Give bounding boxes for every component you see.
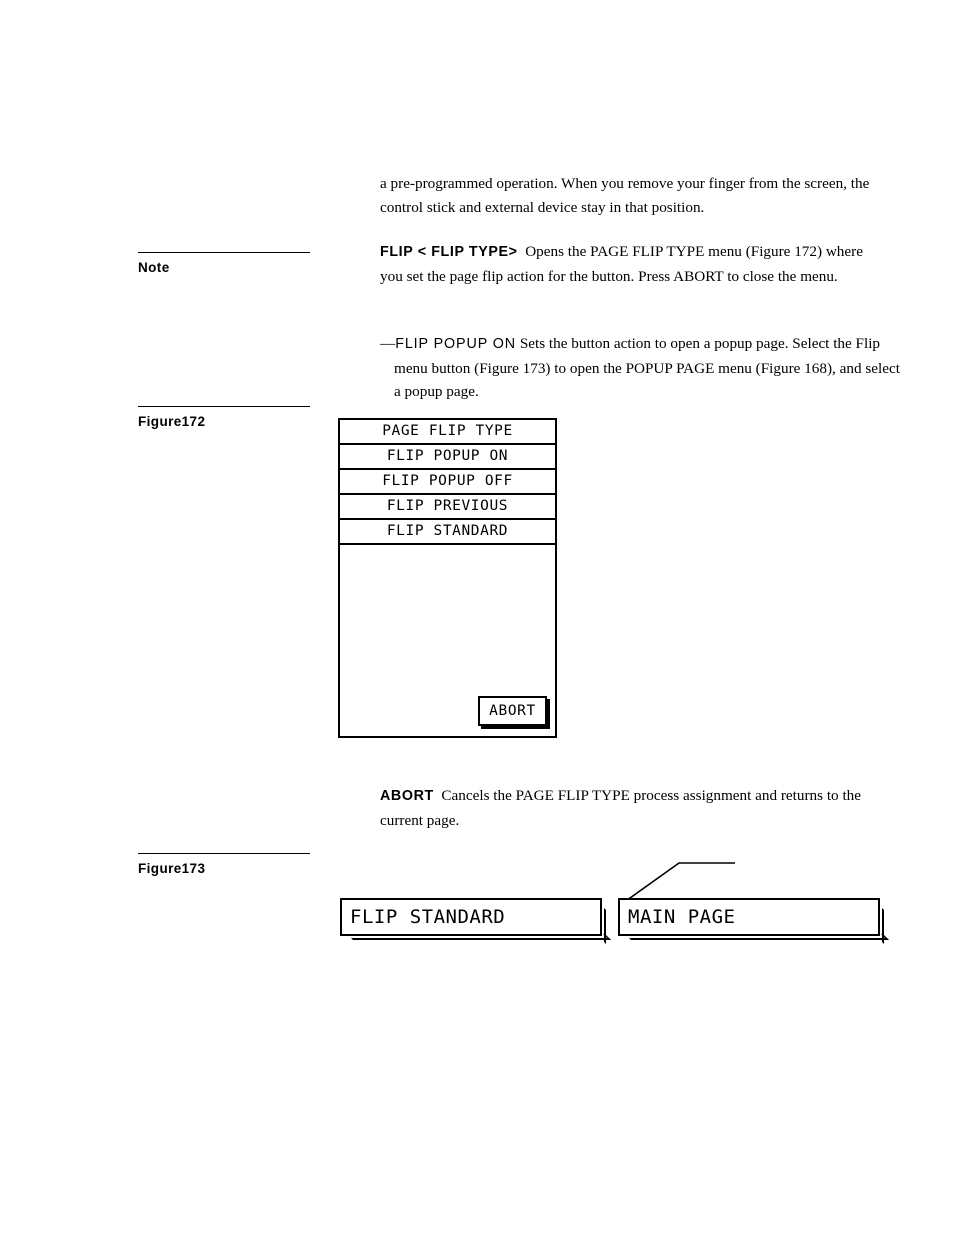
note-label: Note — [138, 260, 170, 275]
note-margin-block: Note — [138, 252, 310, 275]
menu-item-flip-previous[interactable]: FLIP PREVIOUS — [340, 495, 555, 520]
flip-popup-on-entry: —FLIP POPUP ON Sets the button action to… — [380, 332, 906, 404]
flip-standard-button[interactable]: FLIP STANDARD — [340, 898, 602, 936]
abort-button[interactable]: ABORT — [478, 696, 547, 726]
abort-button-label: ABORT — [489, 702, 536, 719]
panel-empty-area: ABORT — [340, 545, 555, 736]
panel-title: PAGE FLIP TYPE — [382, 423, 513, 440]
page-flip-type-panel: PAGE FLIP TYPE FLIP POPUP ON FLIP POPUP … — [338, 418, 557, 738]
abort-term: ABORT — [380, 788, 434, 804]
figure-173-margin-block: Figure173 — [138, 853, 310, 876]
em-dash: — — [380, 335, 396, 352]
paragraph-continuation: a pre-programmed operation. When you rem… — [380, 172, 872, 219]
menu-item-label: FLIP POPUP ON — [386, 448, 509, 465]
paragraph-continuation-text: a pre-programmed operation. When you rem… — [380, 175, 870, 216]
figure-173-rule — [138, 853, 310, 854]
note-rule — [138, 252, 310, 253]
flip-standard-button-label: FLIP STANDARD — [350, 905, 506, 928]
menu-item-label: FLIP STANDARD — [386, 523, 509, 540]
menu-item-flip-popup-on[interactable]: FLIP POPUP ON — [340, 445, 555, 470]
figure-172-rule — [138, 406, 310, 407]
abort-description: Cancels the PAGE FLIP TYPE process assig… — [380, 787, 861, 829]
figure-173-label: Figure173 — [138, 861, 206, 876]
figure-172-label: Figure172 — [138, 414, 206, 429]
menu-item-flip-popup-off[interactable]: FLIP POPUP OFF — [340, 470, 555, 495]
abort-entry: ABORT Cancels the PAGE FLIP TYPE process… — [380, 784, 888, 832]
flip-popup-on-term: FLIP POPUP ON — [395, 336, 517, 352]
menu-item-label: FLIP PREVIOUS — [386, 498, 509, 515]
main-page-button-label: MAIN PAGE — [628, 905, 736, 928]
flip-type-entry: FLIP < FLIP TYPE> Opens the PAGE FLIP TY… — [380, 240, 880, 288]
panel-title-row: PAGE FLIP TYPE — [340, 420, 555, 445]
figure-172-margin-block: Figure172 — [138, 406, 310, 429]
menu-item-label: FLIP POPUP OFF — [382, 473, 513, 490]
menu-item-flip-standard[interactable]: FLIP STANDARD — [340, 520, 555, 545]
flip-type-term: FLIP < FLIP TYPE> — [380, 244, 518, 260]
main-page-button[interactable]: MAIN PAGE — [618, 898, 880, 936]
